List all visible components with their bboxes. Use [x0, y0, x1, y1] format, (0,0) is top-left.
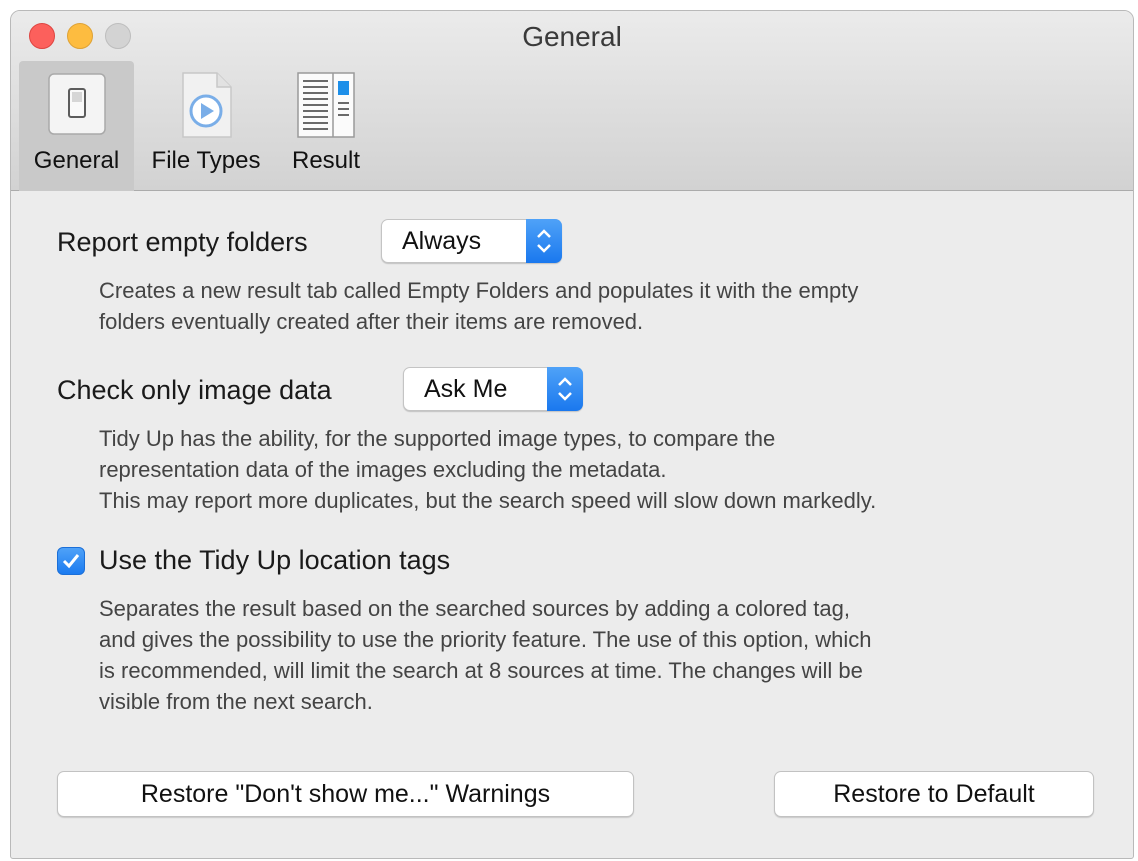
location-tags-label[interactable]: Use the Tidy Up location tags	[99, 545, 450, 576]
preferences-window: General General File Types Result Report…	[10, 10, 1134, 859]
titlebar-toolbar: General General File Types Result	[11, 11, 1133, 191]
report-empty-folders-label: Report empty folders	[57, 227, 308, 257]
window-title: General	[522, 21, 622, 52]
toolbar-tab-file-types[interactable]: File Types	[140, 61, 272, 191]
checkmark-icon	[62, 554, 80, 569]
switch-icon	[47, 73, 106, 135]
check-image-data-popup[interactable]: Ask Me	[403, 367, 583, 411]
popup-stepper-icon	[526, 219, 562, 263]
restore-default-button[interactable]: Restore to Default	[774, 771, 1094, 817]
check-image-data-label: Check only image data	[57, 375, 332, 405]
restore-warnings-button[interactable]: Restore "Don't show me..." Warnings	[57, 771, 634, 817]
location-tags-checkbox[interactable]	[57, 547, 85, 575]
report-empty-folders-popup[interactable]: Always	[381, 219, 562, 263]
toolbar-tab-result[interactable]: Result	[279, 61, 373, 191]
media-file-icon	[182, 72, 232, 138]
toolbar-tab-label: Result	[291, 147, 361, 174]
location-tags-description: Separates the result based on the search…	[99, 596, 872, 714]
popup-stepper-icon	[547, 367, 583, 411]
toolbar-tab-general[interactable]: General	[19, 61, 134, 191]
report-empty-folders-description: Creates a new result tab called Empty Fo…	[99, 278, 859, 334]
result-layout-icon	[297, 72, 355, 138]
toolbar-tab-label: General	[33, 147, 120, 174]
popup-selected-value: Ask Me	[424, 375, 508, 403]
toolbar-tab-label: File Types	[151, 147, 261, 174]
popup-selected-value: Always	[402, 227, 482, 255]
check-image-data-description: Tidy Up has the ability, for the support…	[99, 426, 877, 513]
